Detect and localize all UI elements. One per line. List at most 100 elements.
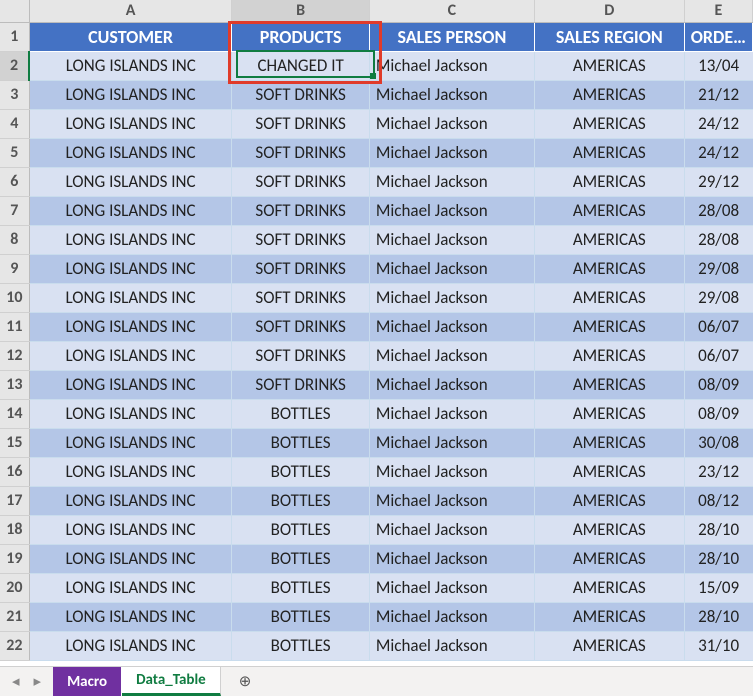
cell-D18[interactable]: AMERICAS xyxy=(534,515,684,544)
cell-C13[interactable]: Michael Jackson xyxy=(369,370,534,399)
cell-E13[interactable]: 08/09 xyxy=(684,370,752,399)
cell-D5[interactable]: AMERICAS xyxy=(534,138,684,167)
cell-C22[interactable]: Michael Jackson xyxy=(369,631,534,660)
cell-A4[interactable]: LONG ISLANDS INC xyxy=(29,109,232,138)
sheet-tab-macro[interactable]: Macro xyxy=(53,667,122,696)
cell-D19[interactable]: AMERICAS xyxy=(534,544,684,573)
cell-B13[interactable]: SOFT DRINKS xyxy=(232,370,370,399)
cell-C16[interactable]: Michael Jackson xyxy=(369,457,534,486)
cell-C4[interactable]: Michael Jackson xyxy=(369,109,534,138)
row-header-21[interactable]: 21 xyxy=(0,602,29,631)
row-header-16[interactable]: 16 xyxy=(0,457,29,486)
cell-B7[interactable]: SOFT DRINKS xyxy=(232,196,370,225)
new-sheet-button[interactable]: ⊕ xyxy=(221,667,270,696)
cell-A19[interactable]: LONG ISLANDS INC xyxy=(29,544,232,573)
cell-B20[interactable]: BOTTLES xyxy=(232,573,370,602)
cell-D15[interactable]: AMERICAS xyxy=(534,428,684,457)
cell-B18[interactable]: BOTTLES xyxy=(232,515,370,544)
row-header-3[interactable]: 3 xyxy=(0,80,29,109)
cell-C19[interactable]: Michael Jackson xyxy=(369,544,534,573)
cell-C6[interactable]: Michael Jackson xyxy=(369,167,534,196)
sheet-tab-data_table[interactable]: Data_Table xyxy=(122,667,221,696)
table-header-cell[interactable]: ORDE… xyxy=(684,22,752,51)
row-header-13[interactable]: 13 xyxy=(0,370,29,399)
row-header-2[interactable]: 2 xyxy=(0,51,29,80)
cell-A12[interactable]: LONG ISLANDS INC xyxy=(29,341,232,370)
row-header-17[interactable]: 17 xyxy=(0,486,29,515)
cell-E12[interactable]: 06/07 xyxy=(684,341,752,370)
cell-D9[interactable]: AMERICAS xyxy=(534,254,684,283)
cell-E4[interactable]: 24/12 xyxy=(684,109,752,138)
cell-D21[interactable]: AMERICAS xyxy=(534,602,684,631)
cell-A20[interactable]: LONG ISLANDS INC xyxy=(29,573,232,602)
cell-D10[interactable]: AMERICAS xyxy=(534,283,684,312)
cell-B3[interactable]: SOFT DRINKS xyxy=(232,80,370,109)
cell-C20[interactable]: Michael Jackson xyxy=(369,573,534,602)
cell-C17[interactable]: Michael Jackson xyxy=(369,486,534,515)
cell-C21[interactable]: Michael Jackson xyxy=(369,602,534,631)
cell-C5[interactable]: Michael Jackson xyxy=(369,138,534,167)
table-header-cell[interactable]: CUSTOMER xyxy=(29,22,232,51)
cell-D17[interactable]: AMERICAS xyxy=(534,486,684,515)
cell-A11[interactable]: LONG ISLANDS INC xyxy=(29,312,232,341)
tab-prev-icon[interactable]: ◂ xyxy=(12,672,20,691)
cell-D2[interactable]: AMERICAS xyxy=(534,51,684,80)
cell-C15[interactable]: Michael Jackson xyxy=(369,428,534,457)
cell-A10[interactable]: LONG ISLANDS INC xyxy=(29,283,232,312)
select-all-corner[interactable] xyxy=(0,0,29,22)
cell-B15[interactable]: BOTTLES xyxy=(232,428,370,457)
column-header-D[interactable]: D xyxy=(534,0,684,22)
cell-E2[interactable]: 13/04 xyxy=(684,51,752,80)
cell-E22[interactable]: 31/10 xyxy=(684,631,752,660)
cell-E15[interactable]: 30/08 xyxy=(684,428,752,457)
cell-C14[interactable]: Michael Jackson xyxy=(369,399,534,428)
cell-C10[interactable]: Michael Jackson xyxy=(369,283,534,312)
cell-A22[interactable]: LONG ISLANDS INC xyxy=(29,631,232,660)
row-header-11[interactable]: 11 xyxy=(0,312,29,341)
cell-D7[interactable]: AMERICAS xyxy=(534,196,684,225)
cell-B8[interactable]: SOFT DRINKS xyxy=(232,225,370,254)
cell-B17[interactable]: BOTTLES xyxy=(232,486,370,515)
cell-B4[interactable]: SOFT DRINKS xyxy=(232,109,370,138)
cell-E9[interactable]: 29/08 xyxy=(684,254,752,283)
cell-B19[interactable]: BOTTLES xyxy=(232,544,370,573)
cell-D6[interactable]: AMERICAS xyxy=(534,167,684,196)
cell-A14[interactable]: LONG ISLANDS INC xyxy=(29,399,232,428)
cell-D20[interactable]: AMERICAS xyxy=(534,573,684,602)
cell-C12[interactable]: Michael Jackson xyxy=(369,341,534,370)
cell-E21[interactable]: 28/10 xyxy=(684,602,752,631)
cell-A13[interactable]: LONG ISLANDS INC xyxy=(29,370,232,399)
cell-D13[interactable]: AMERICAS xyxy=(534,370,684,399)
cell-A15[interactable]: LONG ISLANDS INC xyxy=(29,428,232,457)
table-header-cell[interactable]: PRODUCTS xyxy=(232,22,370,51)
cell-C2[interactable]: Michael Jackson xyxy=(369,51,534,80)
cell-B6[interactable]: SOFT DRINKS xyxy=(232,167,370,196)
cell-A18[interactable]: LONG ISLANDS INC xyxy=(29,515,232,544)
row-header-10[interactable]: 10 xyxy=(0,283,29,312)
cell-D12[interactable]: AMERICAS xyxy=(534,341,684,370)
cell-C8[interactable]: Michael Jackson xyxy=(369,225,534,254)
table-header-cell[interactable]: SALES REGION xyxy=(534,22,684,51)
cell-B9[interactable]: SOFT DRINKS xyxy=(232,254,370,283)
cell-D4[interactable]: AMERICAS xyxy=(534,109,684,138)
cell-C11[interactable]: Michael Jackson xyxy=(369,312,534,341)
cell-A8[interactable]: LONG ISLANDS INC xyxy=(29,225,232,254)
cell-E18[interactable]: 28/10 xyxy=(684,515,752,544)
row-header-18[interactable]: 18 xyxy=(0,515,29,544)
cell-E10[interactable]: 29/08 xyxy=(684,283,752,312)
row-header-19[interactable]: 19 xyxy=(0,544,29,573)
cell-B5[interactable]: SOFT DRINKS xyxy=(232,138,370,167)
cell-A7[interactable]: LONG ISLANDS INC xyxy=(29,196,232,225)
tab-next-icon[interactable]: ▸ xyxy=(34,672,42,691)
row-header-6[interactable]: 6 xyxy=(0,167,29,196)
cell-D8[interactable]: AMERICAS xyxy=(534,225,684,254)
cell-C9[interactable]: Michael Jackson xyxy=(369,254,534,283)
cell-E16[interactable]: 23/12 xyxy=(684,457,752,486)
row-header-15[interactable]: 15 xyxy=(0,428,29,457)
cell-E6[interactable]: 29/12 xyxy=(684,167,752,196)
row-header-20[interactable]: 20 xyxy=(0,573,29,602)
cell-C7[interactable]: Michael Jackson xyxy=(369,196,534,225)
cell-B14[interactable]: BOTTLES xyxy=(232,399,370,428)
row-header-4[interactable]: 4 xyxy=(0,109,29,138)
column-header-C[interactable]: C xyxy=(369,0,534,22)
